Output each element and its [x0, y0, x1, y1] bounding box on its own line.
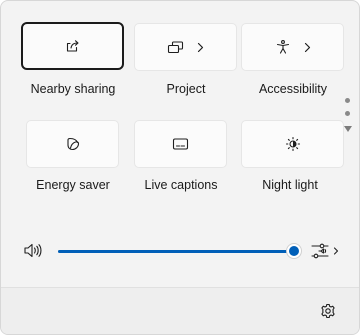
- energy-saver-label: Energy saver: [36, 178, 110, 192]
- volume-slider-fill: [58, 250, 294, 253]
- footer-bar: [1, 288, 359, 334]
- audio-output-icon[interactable]: [311, 242, 341, 260]
- night-light-button[interactable]: [241, 120, 344, 168]
- night-light-label: Night light: [262, 178, 318, 192]
- brightness-icon: [285, 136, 301, 152]
- page-dot[interactable]: [345, 98, 350, 103]
- project-label: Project: [166, 82, 206, 96]
- share-icon: [65, 38, 81, 54]
- accessibility-icon: [275, 39, 291, 55]
- volume-slider-thumb[interactable]: [286, 243, 302, 259]
- leaf-icon: [65, 136, 81, 152]
- nearby-sharing-button[interactable]: [21, 22, 124, 70]
- speaker-icon[interactable]: [23, 242, 43, 259]
- nearby-sharing-label: Nearby sharing: [30, 82, 116, 96]
- gear-icon[interactable]: [320, 303, 336, 319]
- energy-saver-button[interactable]: [26, 120, 119, 168]
- page-indicator: [343, 98, 353, 138]
- accessibility-button[interactable]: [241, 23, 344, 71]
- chevron-right-icon: [304, 42, 311, 53]
- live-captions-button[interactable]: [134, 120, 227, 168]
- project-icon: [167, 40, 184, 55]
- volume-slider[interactable]: [58, 243, 302, 259]
- page-down-arrow-icon[interactable]: [343, 125, 353, 134]
- quick-settings-panel: Nearby sharing Project Accessibility Ene…: [0, 0, 360, 335]
- project-button[interactable]: [134, 23, 237, 71]
- captions-icon: [172, 137, 189, 151]
- page-dot[interactable]: [345, 111, 350, 116]
- chevron-right-icon: [197, 42, 204, 53]
- live-captions-label: Live captions: [144, 178, 218, 192]
- volume-row: [1, 215, 359, 288]
- accessibility-label: Accessibility: [258, 82, 328, 96]
